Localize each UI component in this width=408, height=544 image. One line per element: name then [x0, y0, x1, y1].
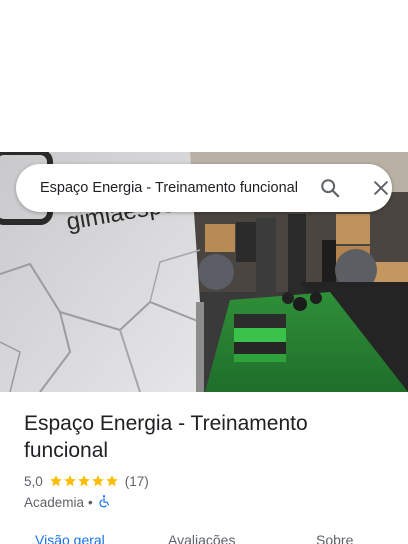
close-icon[interactable]	[369, 176, 393, 200]
tab-overview[interactable]: Visão geral	[35, 530, 105, 544]
wheelchair-icon	[97, 494, 111, 511]
star-icon	[105, 475, 118, 487]
star-rating	[49, 474, 119, 488]
separator-dot: •	[88, 494, 93, 510]
category-row: Academia •	[24, 493, 111, 511]
star-icon	[77, 475, 90, 487]
search-bar[interactable]: Espaço Energia - Treinamento funcional	[16, 164, 392, 212]
star-icon	[49, 475, 62, 487]
rating-row[interactable]: 5,0 (17)	[24, 472, 149, 490]
category-label: Academia	[24, 494, 85, 510]
star-icon	[63, 475, 76, 487]
search-input[interactable]: Espaço Energia - Treinamento funcional	[40, 164, 303, 212]
rating-value: 5,0	[24, 473, 43, 489]
place-tabs: Visão geral Avaliações Sobre	[0, 530, 408, 544]
review-count[interactable]: (17)	[125, 474, 149, 489]
tab-reviews[interactable]: Avaliações	[168, 530, 235, 544]
place-title: Espaço Energia - Treinamento funcional	[24, 412, 308, 462]
search-icon[interactable]	[318, 176, 342, 200]
tab-about[interactable]: Sobre	[316, 530, 353, 544]
star-icon	[91, 475, 104, 487]
